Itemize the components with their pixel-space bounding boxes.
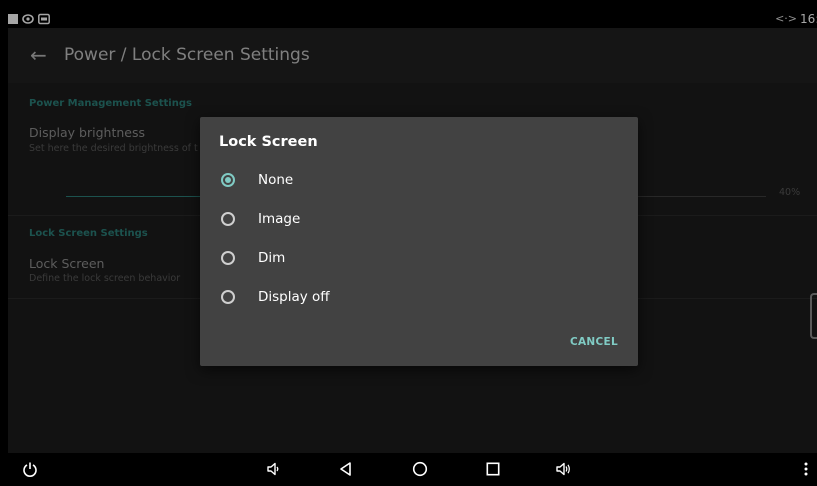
back-triangle-icon[interactable] bbox=[338, 461, 354, 477]
option-none[interactable]: None bbox=[200, 162, 638, 198]
volume-down-icon[interactable] bbox=[265, 461, 281, 477]
recents-square-icon[interactable] bbox=[485, 461, 501, 477]
navigation-bar bbox=[8, 453, 817, 486]
power-icon[interactable] bbox=[22, 461, 38, 477]
cancel-button[interactable]: CANCEL bbox=[570, 336, 618, 348]
radio-button[interactable] bbox=[221, 290, 235, 304]
option-label: Image bbox=[258, 211, 301, 227]
screen: <·> 16:4 ← Power / Lock Screen Settings … bbox=[8, 10, 817, 486]
radio-button-checked[interactable] bbox=[221, 173, 235, 187]
option-label: None bbox=[258, 172, 294, 188]
dialog-title: Lock Screen bbox=[219, 134, 318, 150]
volume-up-icon[interactable] bbox=[555, 461, 571, 477]
radio-button[interactable] bbox=[221, 251, 235, 265]
option-label: Display off bbox=[258, 289, 330, 305]
option-image[interactable]: Image bbox=[200, 201, 638, 237]
option-label: Dim bbox=[258, 250, 286, 266]
lock-screen-dialog: Lock Screen None Image Dim Display off C… bbox=[200, 117, 638, 366]
overflow-menu-icon[interactable] bbox=[803, 461, 809, 477]
home-circle-icon[interactable] bbox=[412, 461, 428, 477]
radio-button[interactable] bbox=[221, 212, 235, 226]
option-dim[interactable]: Dim bbox=[200, 240, 638, 276]
option-display-off[interactable]: Display off bbox=[200, 279, 638, 315]
